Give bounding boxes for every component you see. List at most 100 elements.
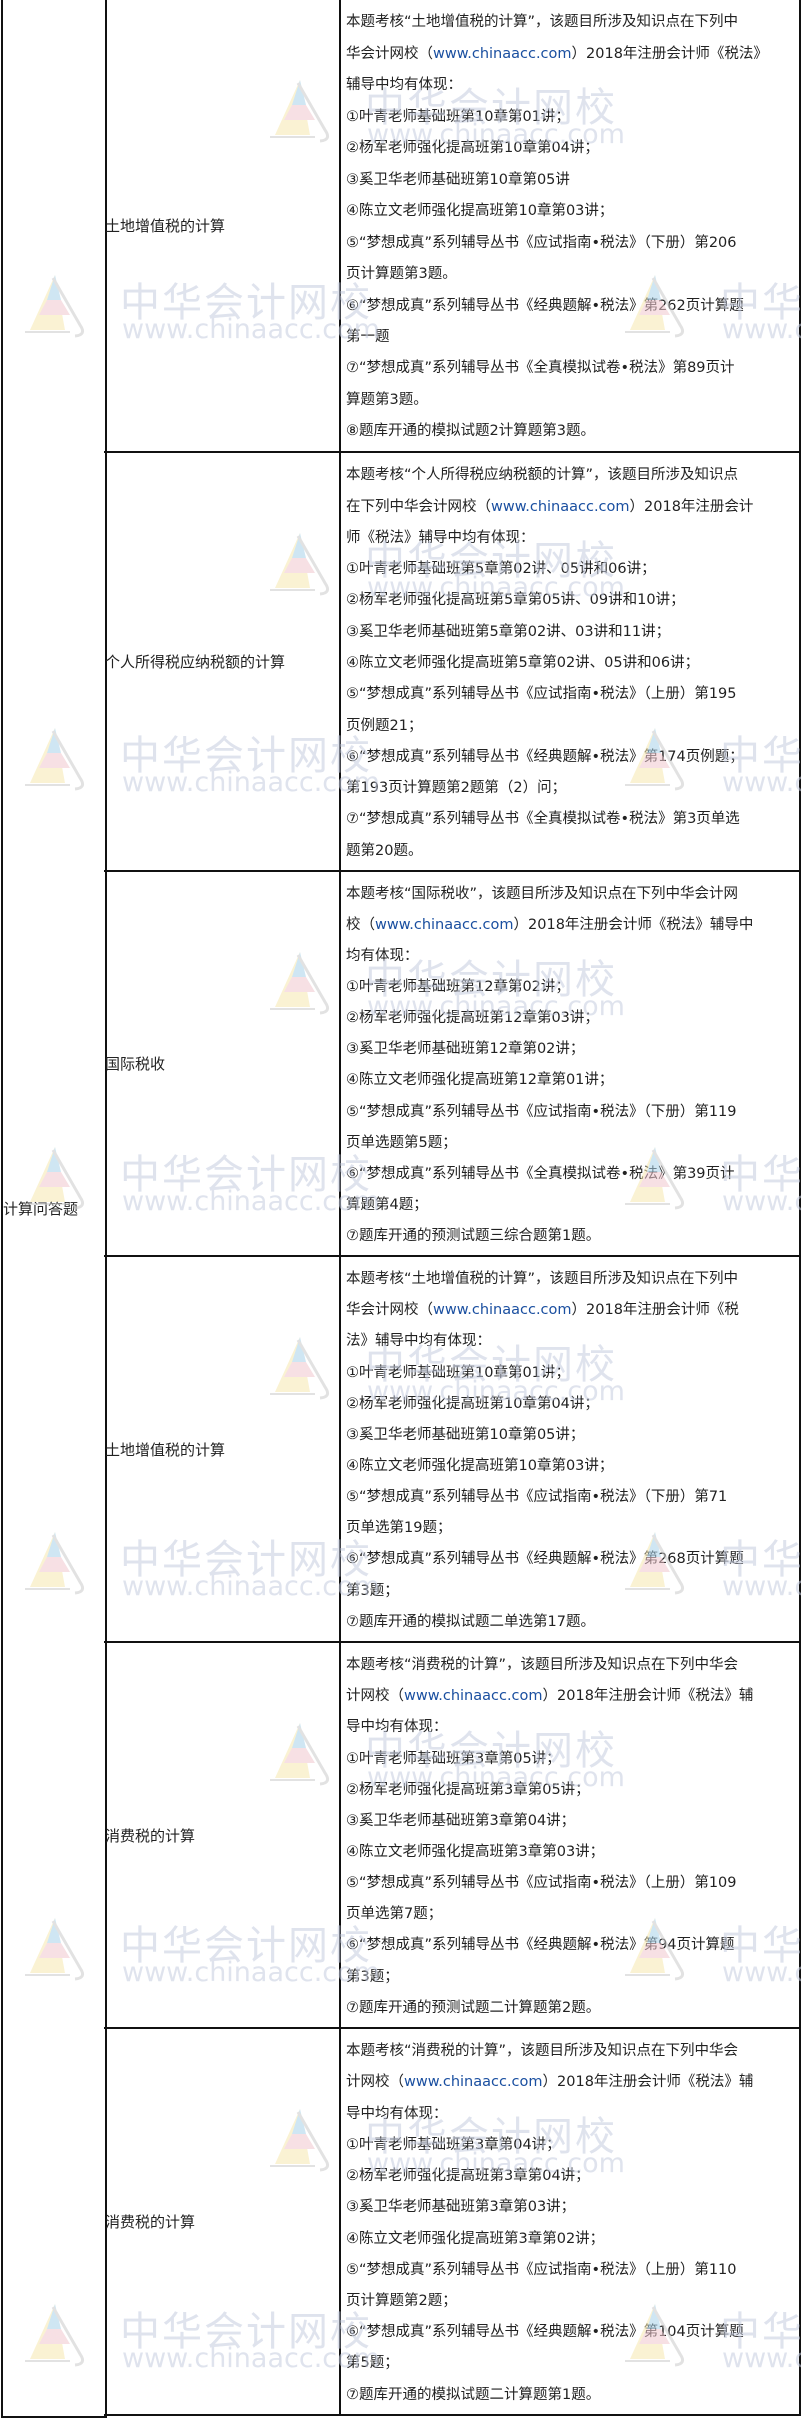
topic-label: 土地增值税的计算 bbox=[105, 1440, 226, 1459]
detail-text: 校（ bbox=[346, 917, 375, 934]
detail-line: ③奚卫华老师基础班第3章第03讲； bbox=[346, 2199, 576, 2216]
topic-cell: 消费税的计算 bbox=[104, 1643, 341, 2027]
detail-line: 页单选第7题； bbox=[346, 1906, 443, 1923]
detail-text: ）2018年注册会计师《税法》 bbox=[571, 45, 768, 62]
detail-text: ）2018年注册会计师《税法》辅 bbox=[542, 2074, 754, 2091]
topic-cell: 土地增值税的计算 bbox=[104, 0, 341, 451]
topic-label: 国际税收 bbox=[105, 1055, 166, 1073]
topic-label: 消费税的计算 bbox=[105, 2213, 196, 2231]
detail-line: 本题考核“国际税收”，该题目所涉及知识点在下列中华会计网 bbox=[346, 886, 739, 903]
detail-line: ⑥“梦想成真”系列辅导丛书《经典题解•税法》第94页计算题 bbox=[346, 1937, 735, 1954]
detail-text: ）2018年注册会计师《税 bbox=[571, 1302, 739, 1319]
detail-line: ②杨军老师强化提高班第5章第05讲、09讲和10讲； bbox=[346, 592, 685, 609]
detail-line: ②杨军老师强化提高班第12章第03讲； bbox=[346, 1010, 599, 1027]
detail-line: 第5题； bbox=[346, 2355, 399, 2372]
detail-line: ④陈立文老师强化提高班第3章第02讲； bbox=[346, 2230, 605, 2247]
detail-line: ⑥“梦想成真”系列辅导丛书《经典题解•税法》第174页例题； bbox=[346, 748, 744, 765]
topic-label: 土地增值税的计算 bbox=[105, 217, 226, 235]
detail-line: 均有体现： bbox=[346, 948, 419, 965]
detail-text: ）2018年注册会计师《税法》辅 bbox=[542, 1688, 754, 1705]
detail-line: ②杨军老师强化提高班第10章第04讲； bbox=[346, 140, 599, 157]
detail-text: 计网校（ bbox=[346, 1688, 404, 1705]
table-row: 土地增值税的计算 本题考核“土地增值税的计算”，该题目所涉及知识点在下列中 华会计网… bbox=[104, 1257, 801, 1643]
detail-line: ④陈立文老师强化提高班第12章第01讲； bbox=[346, 1072, 614, 1089]
table-row: 国际税收 本题考核“国际税收”，该题目所涉及知识点在下列中华会计网 校（www.ch… bbox=[104, 872, 801, 1257]
chinaacc-link[interactable]: www.chinaacc.com bbox=[375, 917, 514, 933]
detail-line: 页单选第19题； bbox=[346, 1520, 452, 1537]
detail-line: ④陈立文老师强化提高班第3章第03讲； bbox=[346, 1843, 605, 1860]
detail-line: ⑦题库开通的模拟试题二计算题第1题。 bbox=[346, 2386, 601, 2403]
detail-cell: 本题考核“国际税收”，该题目所涉及知识点在下列中华会计网 校（www.chinaa… bbox=[345, 872, 799, 1255]
category-label: 计算问答题 bbox=[3, 1199, 79, 1218]
detail-line: ⑥“梦想成真”系列辅导丛书《经典题解•税法》第268页计算题 bbox=[346, 1551, 744, 1568]
chinaacc-link[interactable]: www.chinaacc.com bbox=[404, 2074, 543, 2090]
detail-line: ②杨军老师强化提高班第10章第04讲； bbox=[346, 1395, 599, 1412]
topic-cell: 消费税的计算 bbox=[104, 2029, 341, 2414]
chinaacc-link[interactable]: www.chinaacc.com bbox=[433, 46, 572, 62]
detail-line: ⑦题库开通的预测试题三综合题第1题。 bbox=[346, 1227, 601, 1244]
detail-text: 华会计网校（ bbox=[346, 45, 433, 62]
detail-line: ③奚卫华老师基础班第12章第02讲； bbox=[346, 1041, 585, 1058]
detail-line: ⑤“梦想成真”系列辅导丛书《应试指南•税法》（下册）第206 bbox=[346, 234, 737, 251]
detail-cell: 本题考核“个人所得税应纳税额的计算”，该题目所涉及知识点 在下列中华会计网校（ww… bbox=[345, 453, 799, 870]
detail-line: 辅导中均有体现： bbox=[346, 77, 462, 94]
detail-line: ③奚卫华老师基础班第3章第04讲； bbox=[346, 1812, 576, 1829]
detail-line: 华会计网校（www.chinaacc.com）2018年注册会计师《税 bbox=[346, 1298, 799, 1319]
detail-line: ④陈立文老师强化提高班第10章第03讲； bbox=[346, 203, 614, 220]
detail-line: 法》辅导中均有体现： bbox=[346, 1333, 491, 1350]
detail-line: ⑦“梦想成真”系列辅导丛书《全真模拟试卷•税法》第3页单选 bbox=[346, 811, 740, 828]
detail-line: 页单选题第5题； bbox=[346, 1134, 457, 1151]
topic-label: 个人所得税应纳税额的计算 bbox=[105, 653, 286, 671]
detail-line: ③奚卫华老师基础班第5章第02讲、03讲和11讲； bbox=[346, 623, 671, 640]
table-row: 个人所得税应纳税额的计算 本题考核“个人所得税应纳税额的计算”，该题目所涉及知识点… bbox=[104, 453, 801, 872]
topic-label: 消费税的计算 bbox=[105, 1826, 196, 1845]
detail-line: ⑤“梦想成真”系列辅导丛书《应试指南•税法》（下册）第119 bbox=[346, 1103, 737, 1120]
detail-line: 本题考核“消费税的计算”，该题目所涉及知识点在下列中华会 bbox=[346, 2043, 739, 2060]
detail-line: ③奚卫华老师基础班第10章第05讲； bbox=[346, 1426, 585, 1443]
detail-line: ⑤“梦想成真”系列辅导丛书《应试指南•税法》（下册）第71 bbox=[346, 1489, 728, 1506]
chinaacc-link[interactable]: www.chinaacc.com bbox=[491, 499, 630, 515]
detail-line: ⑦“梦想成真”系列辅导丛书《全真模拟试卷•税法》第89页计 bbox=[346, 360, 735, 377]
detail-line: 计网校（www.chinaacc.com）2018年注册会计师《税法》辅 bbox=[346, 2070, 799, 2091]
detail-line: ①叶青老师基础班第10章第01讲； bbox=[346, 108, 570, 125]
detail-line: 第193页计算题第2题第（2）问； bbox=[346, 780, 567, 797]
detail-line: 页例题21； bbox=[346, 717, 423, 734]
detail-line: 计网校（www.chinaacc.com）2018年注册会计师《税法》辅 bbox=[346, 1684, 799, 1705]
topic-cell: 国际税收 bbox=[104, 872, 341, 1255]
knowledge-point-table: 计算问答题 土地增值税的计算 本题考核“土地增值税的计算”，该题目所涉及知识点在下… bbox=[0, 0, 801, 2418]
detail-line: 页计算题第2题； bbox=[346, 2292, 457, 2309]
detail-line: 第3题； bbox=[346, 1582, 399, 1599]
detail-line: 本题考核“消费税的计算”，该题目所涉及知识点在下列中华会 bbox=[346, 1657, 739, 1674]
detail-line: ⑥“梦想成真”系列辅导丛书《全真模拟试卷•税法》第39页计 bbox=[346, 1165, 735, 1182]
detail-line: ⑧题库开通的模拟试题2计算题第3题。 bbox=[346, 423, 595, 440]
table-row: 消费税的计算 本题考核“消费税的计算”，该题目所涉及知识点在下列中华会 计网校（ww… bbox=[104, 1643, 801, 2029]
topic-cell: 个人所得税应纳税额的计算 bbox=[104, 453, 341, 870]
detail-text: 华会计网校（ bbox=[346, 1302, 433, 1319]
chinaacc-link[interactable]: www.chinaacc.com bbox=[433, 1302, 572, 1318]
detail-line: 本题考核“土地增值税的计算”，该题目所涉及知识点在下列中 bbox=[346, 14, 739, 31]
chinaacc-link[interactable]: www.chinaacc.com bbox=[404, 1688, 543, 1704]
detail-line: 题第20题。 bbox=[346, 842, 423, 859]
detail-line: ⑦题库开通的模拟试题二单选第17题。 bbox=[346, 1613, 595, 1630]
detail-text: ）2018年注册会计师《税法》辅导中 bbox=[513, 917, 754, 934]
detail-line: 第3题； bbox=[346, 1968, 399, 1985]
detail-line: ③奚卫华老师基础班第10章第05讲 bbox=[346, 171, 570, 188]
detail-line: 算题第3题。 bbox=[346, 391, 428, 408]
detail-line: ①叶青老师基础班第3章第04讲； bbox=[346, 2136, 561, 2153]
detail-line: 导中均有体现： bbox=[346, 1719, 448, 1736]
detail-line: ①叶青老师基础班第10章第01讲； bbox=[346, 1364, 570, 1381]
detail-cell: 本题考核“土地增值税的计算”，该题目所涉及知识点在下列中 华会计网校（www.ch… bbox=[345, 0, 799, 451]
detail-text: 计网校（ bbox=[346, 2074, 404, 2091]
detail-line: ②杨军老师强化提高班第3章第04讲； bbox=[346, 2168, 590, 2185]
detail-line: 页计算题第3题。 bbox=[346, 266, 457, 283]
category-cell: 计算问答题 bbox=[1, 0, 107, 2418]
detail-cell: 本题考核“消费税的计算”，该题目所涉及知识点在下列中华会 计网校（www.chin… bbox=[345, 1643, 799, 2027]
table-row: 土地增值税的计算 本题考核“土地增值税的计算”，该题目所涉及知识点在下列中 华会计网… bbox=[104, 0, 801, 453]
detail-line: ⑤“梦想成真”系列辅导丛书《应试指南•税法》（上册）第110 bbox=[346, 2261, 737, 2278]
detail-line: 本题考核“个人所得税应纳税额的计算”，该题目所涉及知识点 bbox=[346, 467, 739, 484]
detail-line: ⑤“梦想成真”系列辅导丛书《应试指南•税法》（上册）第109 bbox=[346, 1875, 737, 1892]
detail-line: ⑦题库开通的预测试题二计算题第2题。 bbox=[346, 1999, 601, 2016]
detail-line: ④陈立文老师强化提高班第5章第02讲、05讲和06讲； bbox=[346, 654, 700, 671]
detail-line: 算题第4题； bbox=[346, 1196, 428, 1213]
detail-line: 校（www.chinaacc.com）2018年注册会计师《税法》辅导中 bbox=[346, 913, 799, 934]
